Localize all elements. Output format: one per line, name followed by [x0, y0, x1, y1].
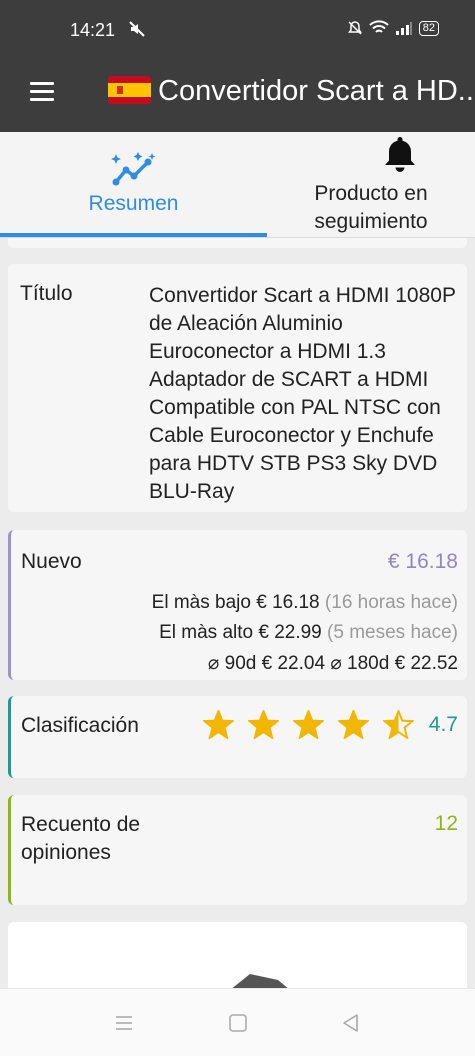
wifi-icon: [369, 20, 389, 33]
back-icon[interactable]: [339, 1011, 363, 1035]
avg-180d-label: ⌀ 180d: [330, 653, 390, 674]
highest-price-value: € 22.99: [258, 622, 322, 643]
star-icon: [293, 710, 324, 739]
lowest-price-label: El màs bajo: [151, 592, 251, 613]
status-time: 14:21: [70, 20, 116, 40]
tab-resumen[interactable]: Resumen: [0, 132, 267, 238]
product-title: Convertidor Scart a HDMI 1080P de Aleaci…: [149, 284, 456, 503]
spain-flag-icon: [108, 76, 151, 104]
rating-stars: [203, 710, 414, 739]
trending-sparkle-icon: [111, 152, 156, 186]
current-price: € 16.18: [387, 550, 458, 573]
star-icon: [383, 710, 414, 739]
price-condition-label: Nuevo: [21, 550, 82, 573]
lowest-price-when: (16 horas hace): [324, 592, 458, 613]
avg-90d-value: € 22.04: [261, 653, 326, 674]
average-price-row: ⌀ 90d € 22.04 ⌀ 180d € 22.52: [208, 652, 458, 675]
app-title: Convertidor Scart a HD...: [158, 75, 475, 107]
review-count-value: 12: [434, 812, 458, 835]
tab-producto-en-seguimiento-label: Producto en seguimiento: [314, 182, 428, 233]
tab-bar: Resumen Producto en seguimiento: [0, 132, 475, 238]
star-icon: [248, 710, 279, 739]
app-bar: Convertidor Scart a HD...: [0, 60, 475, 132]
status-bar: 14:21 82: [0, 0, 475, 60]
do-not-disturb-icon: [347, 21, 362, 35]
home-icon[interactable]: [226, 1011, 250, 1035]
highest-price-label: El màs alto: [159, 622, 254, 643]
signal-icon: [395, 22, 412, 35]
rating-label: Clasificación: [21, 714, 139, 737]
title-card: Título Convertidor Scart a HDMI 1080P de…: [8, 264, 467, 512]
avg-90d-label: ⌀ 90d: [207, 653, 257, 674]
star-icon: [338, 710, 369, 739]
highest-price-when: (5 meses hace): [327, 622, 458, 643]
menu-icon[interactable]: [30, 82, 54, 102]
price-card[interactable]: Nuevo € 16.18 El màs bajo € 16.18 (16 ho…: [8, 530, 467, 680]
lowest-price-row: El màs bajo € 16.18 (16 horas hace): [152, 592, 458, 614]
lowest-price-value: € 16.18: [256, 592, 320, 613]
active-tab-indicator: [0, 233, 267, 237]
rating-value: 4.7: [428, 713, 458, 736]
rating-card[interactable]: Clasificación 4.7: [8, 696, 467, 778]
previous-card-edge: [8, 238, 467, 248]
system-navigation-bar: [0, 988, 475, 1056]
review-count-card[interactable]: Recuento de opiniones 12: [8, 795, 467, 905]
tab-resumen-label: Resumen: [88, 192, 179, 215]
avg-180d-value: € 22.52: [394, 653, 458, 674]
tab-producto-en-seguimiento[interactable]: Producto en seguimiento: [267, 132, 475, 238]
review-count-label: Recuento de opiniones: [21, 813, 141, 864]
battery-indicator: 82: [418, 20, 439, 36]
product-image: [230, 974, 290, 990]
mute-icon: [129, 21, 145, 37]
star-icon: [203, 710, 234, 739]
bell-icon: [385, 137, 415, 172]
title-label: Título: [20, 282, 73, 305]
highest-price-row: El màs alto € 22.99 (5 meses hace): [159, 622, 458, 644]
recent-apps-icon[interactable]: [112, 1011, 136, 1035]
status-icons: 82: [347, 20, 439, 36]
